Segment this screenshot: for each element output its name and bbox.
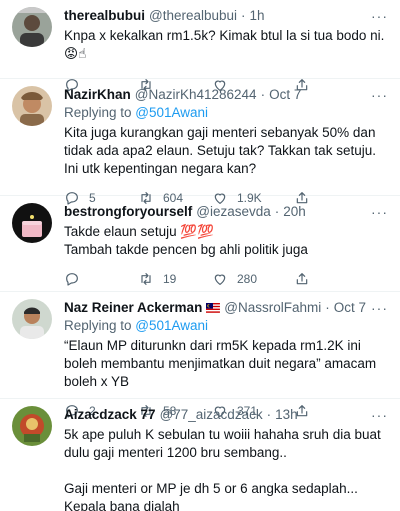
more-icon[interactable]: ··· (371, 299, 388, 317)
tweet-header: Naz Reiner Ackerman @NassrolFahmi · Oct … (64, 299, 388, 317)
reply-mention-link[interactable]: @501Awani (135, 105, 208, 120)
avatar[interactable] (12, 203, 52, 243)
avatar[interactable] (12, 7, 52, 47)
replying-label: Replying to (64, 105, 136, 120)
avatar[interactable] (12, 299, 52, 339)
timestamp[interactable]: 20h (283, 203, 306, 221)
separator-dot: · (274, 204, 280, 219)
display-name[interactable]: NazirKhan (64, 86, 131, 104)
tweet[interactable]: bestrongforyourself @iezasevda · 20h ···… (0, 196, 400, 292)
share-icon (296, 273, 308, 285)
tweet-actions: 19 280 (64, 269, 388, 289)
timestamp[interactable]: 1h (250, 7, 265, 25)
more-icon[interactable]: ··· (371, 406, 388, 424)
replying-to: Replying to @501Awani (64, 317, 388, 335)
replying-to: Replying to @501Awani (64, 104, 388, 122)
avatar[interactable] (12, 86, 52, 126)
retweet-button[interactable]: 19 (138, 271, 212, 287)
separator-dot: · (241, 8, 246, 23)
user-handle[interactable]: @NassrolFahmi (224, 299, 321, 317)
display-name[interactable]: bestrongforyourself (64, 203, 192, 221)
user-handle[interactable]: @therealbubui (149, 7, 237, 25)
tweet-text: Knpa x kekalkan rm1.5k? Kimak btul la si… (64, 28, 389, 61)
user-handle[interactable]: @iezasevda (196, 203, 271, 221)
tweet[interactable]: Naz Reiner Ackerman @NassrolFahmi · Oct … (0, 292, 400, 418)
avatar[interactable] (12, 406, 52, 446)
tweet-header: bestrongforyourself @iezasevda · 20h (64, 203, 388, 221)
tweet-header: NazirKhan @NazirKh41286244 · Oct 7 (64, 86, 388, 104)
like-button[interactable]: 280 (212, 271, 286, 287)
tweet-text: “Elaun MP diturunkn dari rm5K kepada rm1… (64, 338, 380, 389)
more-icon[interactable]: ··· (371, 7, 388, 25)
like-count: 280 (237, 272, 258, 286)
malaysia-flag-icon (206, 303, 221, 313)
tweet-feed: therealbubui @therealbubui · 1h ··· Knpa… (0, 0, 400, 511)
user-handle[interactable]: @77_aizacdzack (160, 406, 263, 424)
timestamp[interactable]: 13h (275, 406, 298, 424)
tweet-text: 5k ape puluh K sebulan tu woiii hahaha s… (64, 427, 381, 511)
tweet[interactable]: NazirKhan @NazirKh41286244 · Oct 7 ··· R… (0, 79, 400, 205)
timestamp[interactable]: Oct 7 (269, 86, 301, 104)
separator-dot: · (266, 407, 272, 422)
timestamp[interactable]: Oct 7 (334, 299, 366, 317)
reply-button[interactable] (64, 271, 138, 287)
more-icon[interactable]: ··· (371, 203, 388, 221)
tweet-header: therealbubui @therealbubui · 1h (64, 7, 388, 25)
more-icon[interactable]: ··· (371, 86, 388, 104)
tweet-header: Aizacdzack 77 @77_aizacdzack · 13h (64, 406, 388, 424)
display-name[interactable]: Aizacdzack 77 (64, 406, 156, 424)
separator-dot: · (260, 87, 266, 102)
display-name[interactable]: Naz Reiner Ackerman (64, 299, 202, 317)
tweet[interactable]: Aizacdzack 77 @77_aizacdzack · 13h ··· 5… (0, 399, 400, 511)
reply-mention-link[interactable]: @501Awani (135, 318, 208, 333)
separator-dot: · (325, 300, 330, 315)
display-name[interactable]: therealbubui (64, 7, 145, 25)
retweet-count: 19 (163, 272, 177, 286)
share-button[interactable] (294, 271, 310, 287)
tweet-text: Takde elaun setuju 💯💯 Tambah takde pence… (64, 224, 308, 257)
like-icon (214, 274, 226, 285)
tweet-text: Kita juga kurangkan gaji menteri sebanya… (64, 125, 380, 176)
user-handle[interactable]: @NazirKh41286244 (135, 86, 257, 104)
replying-label: Replying to (64, 318, 136, 333)
retweet-icon (141, 273, 151, 285)
tweet[interactable]: therealbubui @therealbubui · 1h ··· Knpa… (0, 0, 400, 92)
reply-icon (66, 273, 78, 286)
